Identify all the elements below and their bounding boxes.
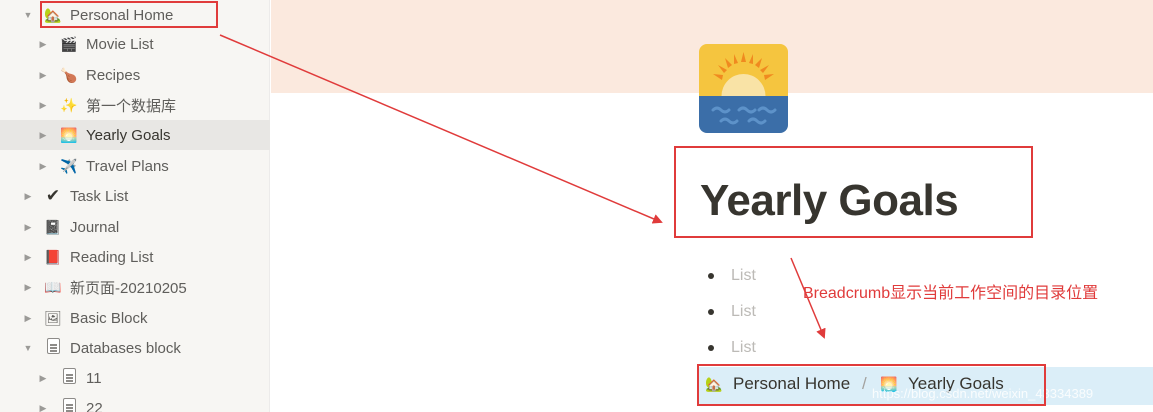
arrow-to-breadcrumb — [790, 257, 826, 339]
annotation-arrows — [219, 34, 826, 339]
arrow-to-title — [219, 34, 663, 224]
